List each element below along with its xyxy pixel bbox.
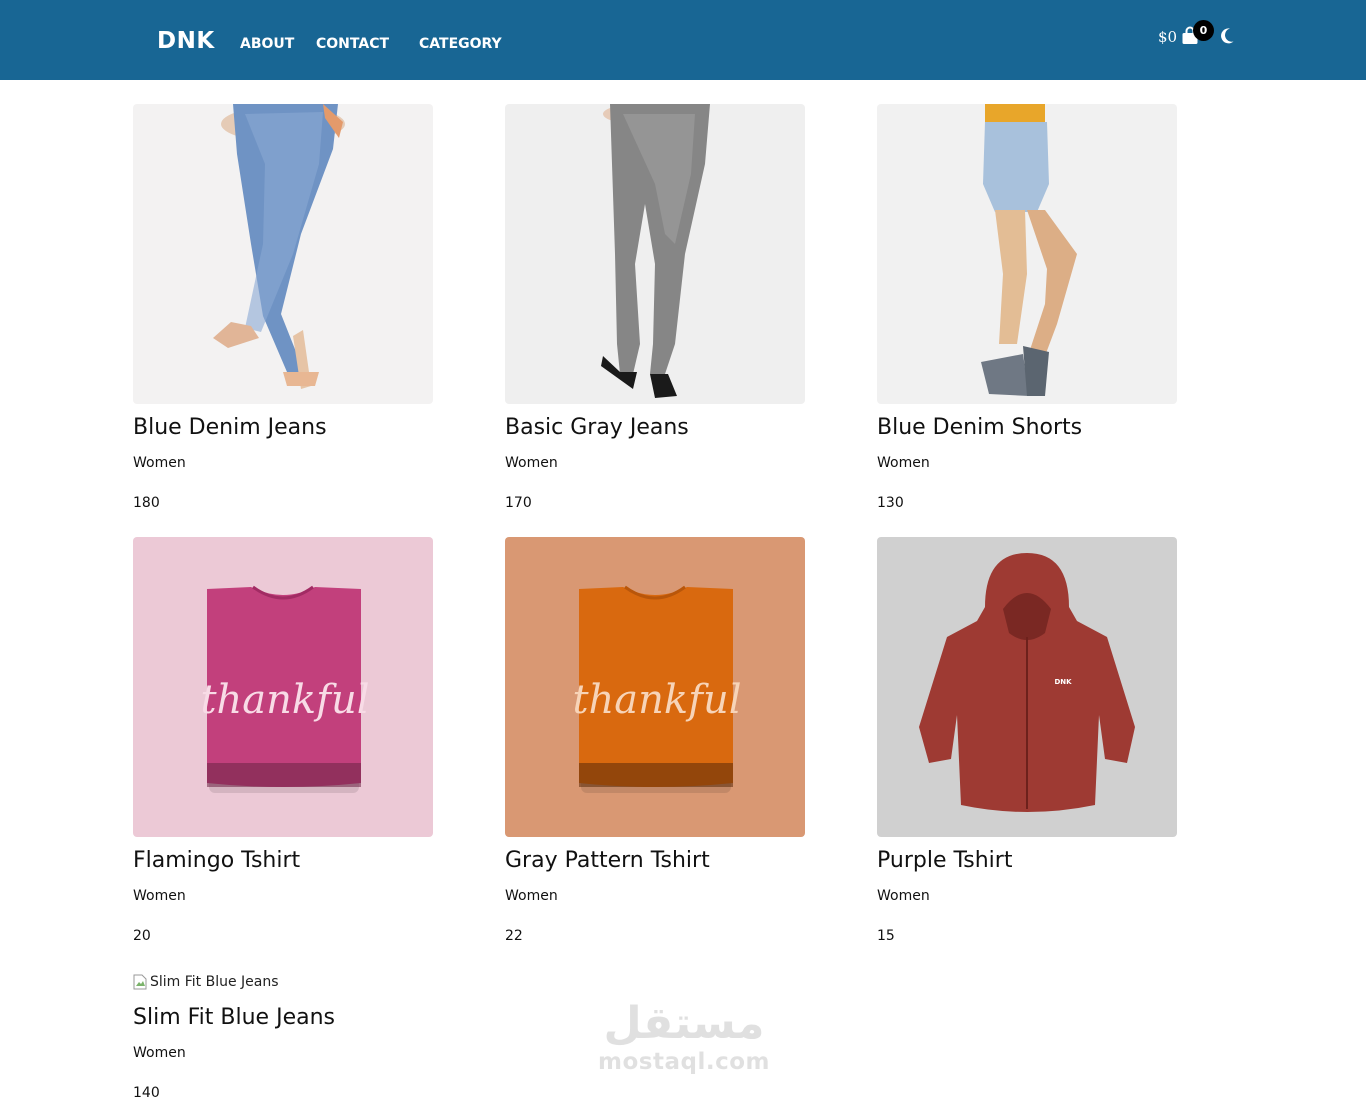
- product-card: DNK Purple Tshirt Women 15: [877, 537, 1177, 945]
- watermark-arabic-logo: مستقل: [603, 998, 765, 1049]
- product-price: 130: [877, 495, 904, 511]
- product-title[interactable]: Purple Tshirt: [877, 845, 1177, 877]
- broken-image-alt-text: Slim Fit Blue Jeans: [150, 974, 279, 990]
- product-card: Basic Gray Jeans Women 170: [505, 104, 805, 512]
- product-category: Women: [133, 1045, 186, 1061]
- nav-contact-link[interactable]: CONTACT: [316, 35, 389, 53]
- product-price: 22: [505, 928, 523, 944]
- tshirt-print-text: thankful: [572, 677, 741, 723]
- product-category: Women: [505, 455, 558, 471]
- cart-count-badge: 0: [1193, 20, 1214, 41]
- watermark-url: mostaql.com: [598, 1049, 770, 1075]
- product-title[interactable]: Basic Gray Jeans: [505, 412, 805, 444]
- product-price: 20: [133, 928, 151, 944]
- product-image-basic-gray-jeans[interactable]: [505, 104, 805, 404]
- cart-total: $0: [1158, 28, 1178, 46]
- product-price: 15: [877, 928, 895, 944]
- product-card: Slim Fit Blue Jeans Slim Fit Blue Jeans …: [133, 970, 433, 1102]
- product-card: thankful Flamingo Tshirt Women 20: [133, 537, 433, 945]
- product-price: 140: [133, 1085, 160, 1101]
- nav-about-link[interactable]: ABOUT: [240, 35, 294, 53]
- product-category: Women: [133, 455, 186, 471]
- brand-logo[interactable]: DNK: [157, 27, 215, 55]
- product-title[interactable]: Blue Denim Shorts: [877, 412, 1177, 444]
- product-card: Blue Denim Shorts Women 130: [877, 104, 1177, 512]
- product-image-flamingo-tshirt[interactable]: thankful: [133, 537, 433, 837]
- product-card: thankful Gray Pattern Tshirt Women 22: [505, 537, 805, 945]
- product-category: Women: [505, 888, 558, 904]
- product-title[interactable]: Blue Denim Jeans: [133, 412, 433, 444]
- product-image-purple-tshirt[interactable]: DNK: [877, 537, 1177, 837]
- product-category: Women: [133, 888, 186, 904]
- product-price: 180: [133, 495, 160, 511]
- product-category: Women: [877, 888, 930, 904]
- product-card: Blue Denim Jeans Women 180: [133, 104, 433, 512]
- product-image-slim-fit-blue-jeans[interactable]: Slim Fit Blue Jeans: [133, 970, 433, 994]
- nav-category-link[interactable]: CATEGORY: [419, 35, 502, 53]
- hoodie-logo-text: DNK: [1054, 678, 1072, 686]
- broken-image-icon: [133, 974, 147, 990]
- product-image-blue-denim-shorts[interactable]: [877, 104, 1177, 404]
- product-image-blue-denim-jeans[interactable]: [133, 104, 433, 404]
- product-image-gray-pattern-tshirt[interactable]: thankful: [505, 537, 805, 837]
- navbar: DNK ABOUT CONTACT CATEGORY $0 0: [0, 0, 1366, 80]
- product-title[interactable]: Slim Fit Blue Jeans: [133, 1002, 433, 1034]
- product-title[interactable]: Flamingo Tshirt: [133, 845, 433, 877]
- product-category: Women: [877, 455, 930, 471]
- moon-icon[interactable]: [1219, 27, 1235, 45]
- tshirt-print-text: thankful: [200, 677, 369, 723]
- product-title[interactable]: Gray Pattern Tshirt: [505, 845, 805, 877]
- mostaql-watermark: مستقل mostaql.com: [598, 1000, 770, 1082]
- product-price: 170: [505, 495, 532, 511]
